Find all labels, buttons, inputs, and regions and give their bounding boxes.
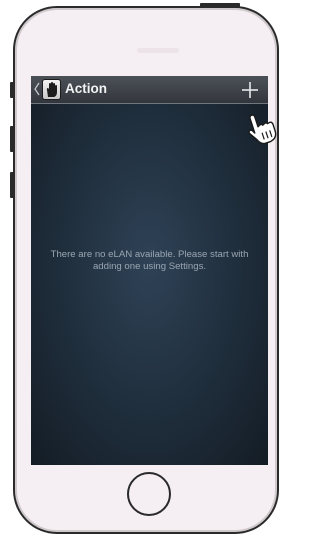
mockup-stage: Action There are no eLAN available. Plea… bbox=[0, 0, 289, 541]
action-bar: Action bbox=[31, 76, 268, 104]
device-screen: Action There are no eLAN available. Plea… bbox=[31, 76, 268, 465]
earpiece-speaker bbox=[137, 48, 179, 53]
chevron-left-icon[interactable] bbox=[34, 81, 40, 97]
pointer-hand-icon bbox=[248, 114, 277, 145]
plus-icon bbox=[242, 82, 258, 98]
hand-icon bbox=[42, 79, 61, 100]
empty-state-message: There are no eLAN available. Please star… bbox=[50, 249, 249, 272]
page-title: Action bbox=[65, 81, 107, 96]
add-button[interactable] bbox=[238, 78, 262, 102]
home-button[interactable] bbox=[127, 472, 171, 516]
